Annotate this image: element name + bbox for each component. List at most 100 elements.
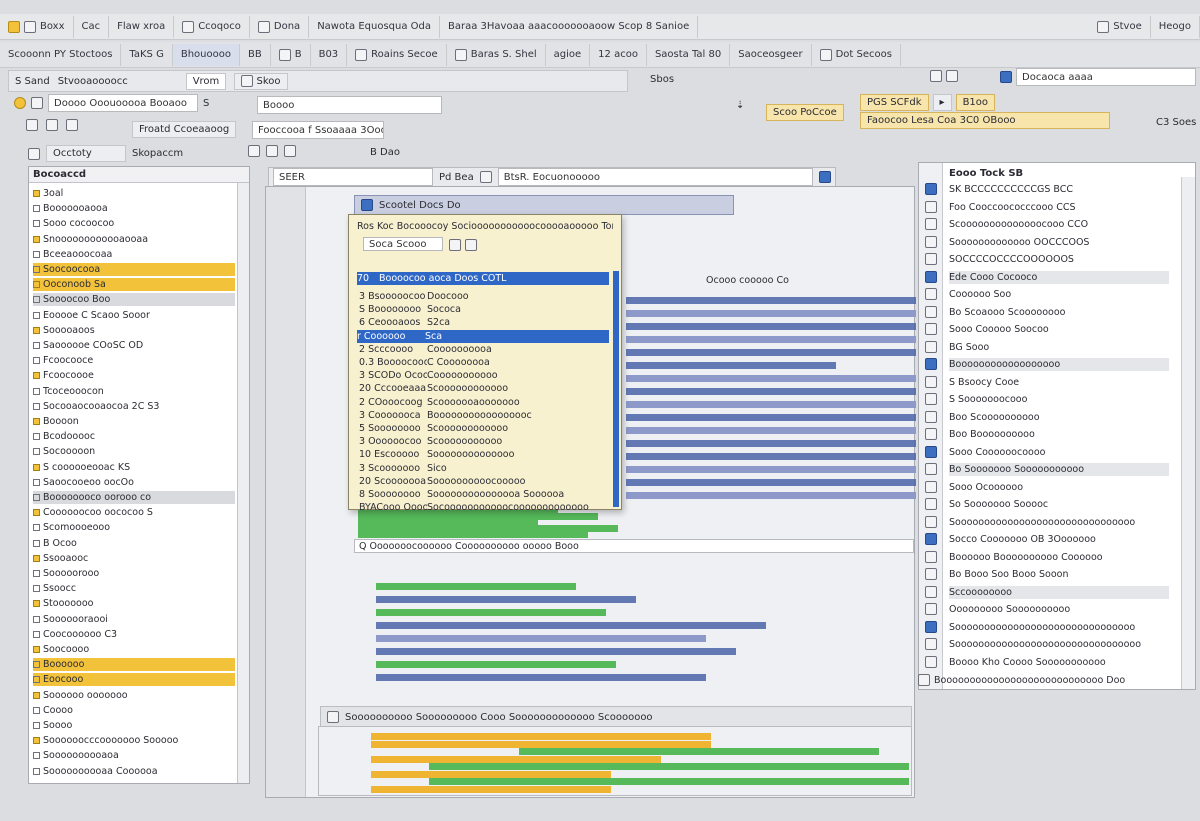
toolbar-item[interactable]: Heogo [1151, 15, 1200, 38]
tree-item[interactable]: Coocoooooo C3 [33, 628, 235, 641]
property-icon[interactable] [925, 183, 937, 195]
popup-item[interactable]: 3 Cooooooca Booooooooooooooooc [359, 409, 613, 422]
toolbar-item[interactable]: B03 [311, 43, 348, 66]
toolbar-item[interactable]: Dot Secoos [812, 43, 901, 66]
pin-icon[interactable] [266, 145, 278, 157]
property-row[interactable]: BG Sooo [949, 341, 1169, 354]
property-row[interactable]: Bo Sooooooo Sooooooooooo [949, 463, 1169, 476]
toolbar-item[interactable]: Cac [74, 15, 110, 38]
property-icon[interactable] [925, 218, 937, 230]
property-row[interactable]: Ooooooooo Soooooooooo [949, 603, 1169, 616]
tree-item[interactable]: Stooooooo [33, 597, 235, 610]
tree-item[interactable]: Soocoocooa [33, 263, 235, 276]
popup-item[interactable]: 5 Soooooooo Scoooooooooooo [359, 422, 613, 435]
popup-item[interactable]: 2 Scccoooo Coooooooooa [359, 343, 613, 356]
toolbar-item[interactable]: Stvoe [1089, 15, 1151, 38]
property-row[interactable]: Foo Cooccoococccooo CCS [949, 201, 1169, 214]
property-icon[interactable] [925, 410, 937, 423]
go-icon[interactable] [819, 171, 831, 183]
popup-item[interactable]: 8 Soooooooo Sooooooooooooooa Soooooa [359, 488, 613, 501]
popup-item[interactable]: 3 Bsooooocoo Doocooo [359, 290, 613, 303]
source-field[interactable]: Fooccooa f Ssoaaaa 3Ooo [252, 121, 384, 139]
property-row[interactable]: Sooooooooooooooooooooooooooooooo [949, 516, 1169, 529]
tree-item[interactable]: Boooon [33, 415, 235, 428]
property-row[interactable]: S Sooooooocooo [949, 393, 1169, 406]
popup-scrollbar[interactable] [613, 271, 619, 507]
tree-item[interactable]: Boooooooco oorooo co [33, 491, 235, 504]
tree-item[interactable]: Soooocoo Boo [33, 293, 235, 307]
popup-item[interactable]: 3 Scooooooo Sico [359, 462, 613, 475]
popup-item[interactable]: 2 COooocoog Scooooooaooooooo [359, 396, 613, 409]
paste-icon[interactable] [946, 70, 958, 82]
toolbar-item[interactable]: Dona [250, 15, 310, 38]
popup-selected-header[interactable]: 70 Boooocoo aoca Doos COTL [357, 272, 609, 285]
mode-chip[interactable]: Froatd Ccoeaaoog [132, 121, 237, 138]
tree-item[interactable]: Coooooocoo oococoo S [33, 506, 235, 519]
toolbar-item[interactable]: Saosta Tal 80 [647, 43, 731, 66]
toolbar-item[interactable]: BB [240, 43, 271, 66]
tree-item[interactable]: Soooooo ooooooo [33, 689, 235, 702]
property-icon[interactable] [925, 463, 937, 475]
properties-scrollbar[interactable] [1181, 177, 1195, 689]
toolbar-item[interactable]: Flaw xroa [109, 15, 175, 38]
tree-item[interactable]: Tcoceooocon [33, 385, 235, 398]
tree-item[interactable]: S coooooeooac KS [33, 461, 235, 474]
toolbar-item[interactable]: Bhouoooo [172, 43, 240, 66]
search-icon[interactable] [479, 171, 492, 183]
toolbar-item[interactable]: Boxx [0, 15, 74, 38]
property-row[interactable]: SOCCCCOCCCCOOOOOOS [949, 253, 1169, 266]
filter-icon[interactable] [465, 239, 477, 251]
property-icon[interactable] [925, 445, 937, 458]
toolbar-item[interactable]: 12 acoo [590, 43, 647, 66]
tree-item[interactable]: Sooooooraooi [33, 613, 235, 626]
pencil-icon[interactable] [248, 145, 260, 157]
popup-item[interactable]: 20 Cccooeaaa Scoooooooooooo [359, 382, 613, 395]
popup-item[interactable]: 6 Ceoooaoos S2ca [359, 316, 613, 329]
tree-item[interactable]: Bceeaooocoaa [33, 248, 235, 261]
popup-item[interactable]: 3 Oooooocoo Scooooooooooo [359, 435, 613, 448]
view-tab[interactable]: Scootel Docs Do [354, 195, 734, 215]
tree-item[interactable]: Coooo [33, 704, 235, 717]
grid-icon-2[interactable] [66, 119, 78, 131]
toolbar-item[interactable]: Ccoqoco [174, 15, 250, 38]
popup-item[interactable]: r Coooooo Sca [357, 329, 609, 343]
tree-item[interactable]: 3oal [33, 187, 235, 200]
property-icon[interactable] [925, 200, 937, 213]
property-row[interactable]: Boooo Kho Coooo Sooooooooooo [949, 656, 1169, 669]
property-row[interactable]: Boooooooooooooooooo [949, 358, 1169, 371]
doc-chip-c[interactable]: B1oo [955, 94, 996, 111]
tree-item[interactable]: Eooooe C Scaoo Sooor [33, 309, 235, 322]
tree-item[interactable]: B Ocoo [33, 537, 235, 550]
tree-item[interactable]: Sooooaoos [33, 324, 235, 337]
toolbar-item[interactable]: B [271, 43, 311, 66]
tree-item[interactable]: Eoocooo [33, 673, 235, 687]
property-row[interactable]: Boo Boooooooooo [949, 428, 1169, 441]
property-row[interactable]: Soooooooooooooooooooooooooooooooo [949, 638, 1169, 651]
tree-item[interactable]: Bcodooooc [33, 430, 235, 443]
property-icon[interactable] [925, 305, 937, 318]
property-icon[interactable] [925, 375, 937, 388]
property-icon[interactable] [925, 480, 937, 493]
toolbar-item[interactable]: Nawota Equosqua Oda [309, 15, 440, 38]
tree-item[interactable]: Ssoocc [33, 582, 235, 595]
toolbar-item[interactable]: Saoceosgeer [730, 43, 812, 66]
tree-scrollbar[interactable] [237, 183, 249, 783]
popup-item[interactable]: BYACooo OooocoSocooooooooooocooooooooooo… [359, 501, 613, 514]
property-row[interactable]: Sooooooooooooooooooooooooooooooo [949, 621, 1169, 634]
tree-item[interactable]: Soooooocccooooooo Sooooo [33, 734, 235, 747]
tree-item[interactable]: Soooooooooaa Coooooa [33, 765, 235, 778]
tree-item[interactable]: Ooconoob Sa [33, 278, 235, 292]
property-icon[interactable] [925, 393, 937, 405]
tree-item[interactable]: Socooooon [33, 445, 235, 458]
tree-item[interactable]: Sooooorooo [33, 567, 235, 580]
tree-item[interactable]: Fcoocooce [33, 354, 235, 367]
property-row[interactable]: SK BCCCCCCCCCCGS BCC [949, 183, 1169, 196]
list-icon[interactable] [1000, 71, 1012, 83]
property-row[interactable]: Sccoooooooo [949, 585, 1169, 599]
property-row[interactable]: Boo Scoooooooooo [949, 411, 1169, 424]
tree-item[interactable]: Boooooo [33, 658, 235, 672]
tab-bdao[interactable]: B Dao [370, 147, 400, 158]
tree-item[interactable]: Ssooaooc [33, 552, 235, 565]
property-row[interactable]: So Sooooooo Sooooc [949, 498, 1169, 511]
doc-chip-b[interactable]: ▸ [932, 94, 952, 111]
